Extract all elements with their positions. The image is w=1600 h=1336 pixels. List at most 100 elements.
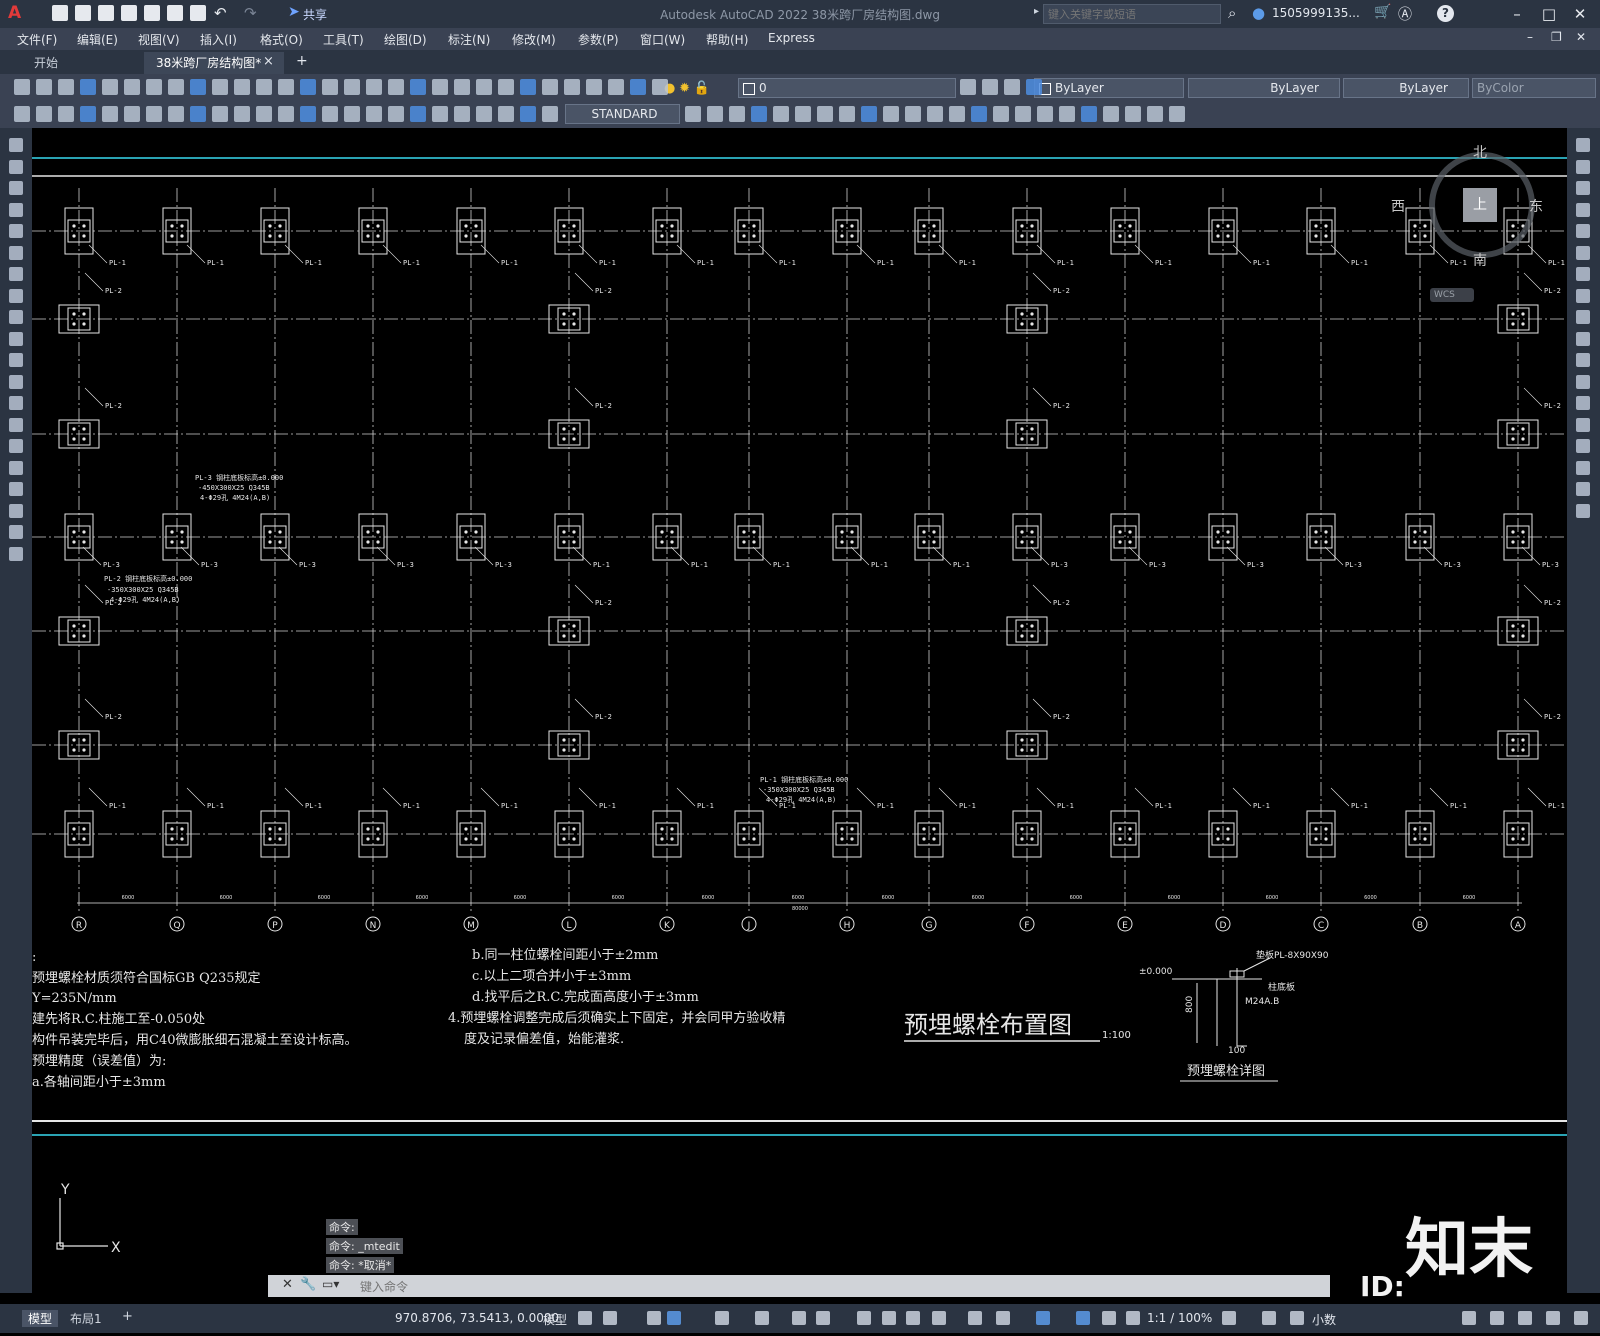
isolate-objects-icon[interactable] xyxy=(1490,1311,1504,1325)
dimension-tool-icon-22[interactable] xyxy=(476,106,492,122)
text-style-dropdown[interactable]: STANDARD xyxy=(565,104,680,124)
standard-tool-icon-32[interactable] xyxy=(982,79,998,95)
dimension-tool-icon-13[interactable] xyxy=(278,106,294,122)
standard-tool-icon-17[interactable] xyxy=(366,79,382,95)
help-icon[interactable]: ? xyxy=(1437,5,1454,22)
dimension-tool-icon-16[interactable] xyxy=(344,106,360,122)
help-search-input[interactable] xyxy=(1044,5,1222,23)
dimension-tool-icon-35[interactable] xyxy=(883,106,899,122)
menu-window[interactable]: 窗口(W) xyxy=(640,31,685,48)
3d-osnap-icon[interactable] xyxy=(932,1311,946,1325)
modify-tool-icon-11[interactable] xyxy=(1576,353,1590,367)
standard-tool-icon-27[interactable] xyxy=(586,79,602,95)
dimension-tool-icon-10[interactable] xyxy=(212,106,228,122)
dimension-tool-icon-31[interactable] xyxy=(795,106,811,122)
dimension-tool-icon-33[interactable] xyxy=(839,106,855,122)
modify-tool-icon-5[interactable] xyxy=(1576,224,1590,238)
new-tab-icon[interactable]: + xyxy=(296,53,308,69)
viewcube-west[interactable]: 西 xyxy=(1391,196,1405,216)
cart-icon[interactable]: 🛒 xyxy=(1374,4,1391,20)
standard-tool-icon-20[interactable] xyxy=(432,79,448,95)
plotstyle-dropdown[interactable]: ByColor xyxy=(1472,78,1596,98)
modify-tool-icon-12[interactable] xyxy=(1576,374,1590,389)
standard-tool-icon-3[interactable] xyxy=(58,79,74,95)
wcs-menu[interactable]: WCS xyxy=(1430,288,1474,302)
standard-tool-icon-29[interactable] xyxy=(630,79,646,95)
standard-tool-icon-4[interactable] xyxy=(80,79,96,95)
dimension-tool-icon-32[interactable] xyxy=(817,106,833,122)
standard-tool-icon-10[interactable] xyxy=(212,79,228,95)
menu-express[interactable]: Express xyxy=(768,31,815,45)
dimension-tool-icon-30[interactable] xyxy=(773,106,789,122)
snap-icon[interactable] xyxy=(603,1311,617,1325)
dimension-tool-icon-2[interactable] xyxy=(36,106,52,122)
menu-edit[interactable]: 编辑(E) xyxy=(77,31,118,48)
draw-tool-icon-3[interactable] xyxy=(9,181,23,195)
dimension-tool-icon-46[interactable] xyxy=(1125,106,1141,122)
draw-tool-icon-18[interactable] xyxy=(9,503,23,518)
dimension-tool-icon-27[interactable] xyxy=(707,106,723,122)
tab-layout1[interactable]: 布局1 xyxy=(70,1310,102,1327)
modify-tool-icon-17[interactable] xyxy=(1576,482,1590,496)
annotation-monitor-icon[interactable] xyxy=(1262,1311,1276,1325)
search-arrow-icon[interactable]: ▸ xyxy=(1034,6,1039,17)
drawing-canvas[interactable]: PL-1 PL-1 PL-3 PL-1 PL-1 PL-3 PL-1 PL-1 PL-3 PL-1… xyxy=(32,128,1567,1293)
model-space-button[interactable]: 模型 xyxy=(543,1311,567,1328)
modify-tool-icon-4[interactable] xyxy=(1576,202,1590,217)
dimension-tool-icon-7[interactable] xyxy=(146,106,162,122)
draw-tool-icon-10[interactable] xyxy=(9,331,23,346)
dimension-tool-icon-47[interactable] xyxy=(1147,106,1163,122)
ortho-icon[interactable] xyxy=(667,1311,681,1325)
standard-tool-icon-1[interactable] xyxy=(14,79,30,95)
dimension-tool-icon-48[interactable] xyxy=(1169,106,1185,122)
coordinates-readout[interactable]: 970.8706, 73.5413, 0.0000 xyxy=(395,1311,559,1325)
modify-tool-icon-1[interactable] xyxy=(1576,138,1590,152)
dimension-tool-icon-15[interactable] xyxy=(322,106,338,122)
draw-tool-icon-9[interactable] xyxy=(9,310,23,324)
modify-tool-icon-7[interactable] xyxy=(1576,267,1590,281)
selection-cycling-icon[interactable] xyxy=(906,1311,920,1325)
user-name[interactable]: 1505999135... xyxy=(1272,6,1360,20)
standard-tool-icon-12[interactable] xyxy=(256,79,272,95)
tab-close-icon[interactable]: × xyxy=(263,54,274,69)
dimension-tool-icon-29[interactable] xyxy=(751,106,767,122)
tab-model[interactable]: 模型 xyxy=(22,1310,59,1327)
annotation-scale-value[interactable]: 1:1 / 100% xyxy=(1147,1311,1212,1325)
object-snap-tracking-icon[interactable] xyxy=(792,1311,806,1325)
doc-close-icon[interactable]: ✕ xyxy=(1576,30,1586,44)
dimension-tool-icon-17[interactable] xyxy=(366,106,382,122)
dimension-tool-icon-4[interactable] xyxy=(80,106,96,122)
viewcube-east[interactable]: 东 xyxy=(1529,196,1543,216)
dimension-tool-icon-6[interactable] xyxy=(124,106,140,122)
dimension-tool-icon-11[interactable] xyxy=(234,106,250,122)
autodesk-app-icon[interactable]: Ⓐ xyxy=(1398,4,1412,24)
standard-tool-icon-6[interactable] xyxy=(124,79,140,95)
annotation-scale-icon[interactable] xyxy=(1126,1311,1140,1325)
minimize-icon[interactable]: – xyxy=(1503,2,1531,26)
object-snap-icon[interactable] xyxy=(816,1311,830,1325)
dimension-tool-icon-39[interactable] xyxy=(971,106,987,122)
menu-modify[interactable]: 修改(M) xyxy=(512,31,556,48)
dimension-tool-icon-19[interactable] xyxy=(410,106,426,122)
standard-tool-icon-28[interactable] xyxy=(608,79,624,95)
draw-tool-icon-7[interactable] xyxy=(9,267,23,281)
dimension-tool-icon-37[interactable] xyxy=(927,106,943,122)
workspace-gear-icon[interactable] xyxy=(1222,1311,1236,1325)
lineweight-icon[interactable] xyxy=(857,1311,871,1325)
modify-tool-icon-10[interactable] xyxy=(1576,331,1590,346)
menu-file[interactable]: 文件(F) xyxy=(17,31,57,48)
modify-tool-icon-14[interactable] xyxy=(1576,417,1590,432)
draw-tool-icon-19[interactable] xyxy=(9,525,23,539)
menu-parametric[interactable]: 参数(P) xyxy=(578,31,619,48)
lineweight-dropdown[interactable]: ByLayer xyxy=(1343,78,1469,98)
standard-tool-icon-23[interactable] xyxy=(498,79,514,95)
dimension-tool-icon-23[interactable] xyxy=(498,106,514,122)
standard-tool-icon-18[interactable] xyxy=(388,79,404,95)
isodraft-icon[interactable] xyxy=(755,1311,769,1325)
standard-tool-icon-25[interactable] xyxy=(542,79,558,95)
infer-constraints-icon[interactable] xyxy=(647,1311,661,1325)
modify-tool-icon-13[interactable] xyxy=(1576,396,1590,410)
dimension-tool-icon-28[interactable] xyxy=(729,106,745,122)
standard-tool-icon-22[interactable] xyxy=(476,79,492,95)
menu-insert[interactable]: 插入(I) xyxy=(200,31,237,48)
